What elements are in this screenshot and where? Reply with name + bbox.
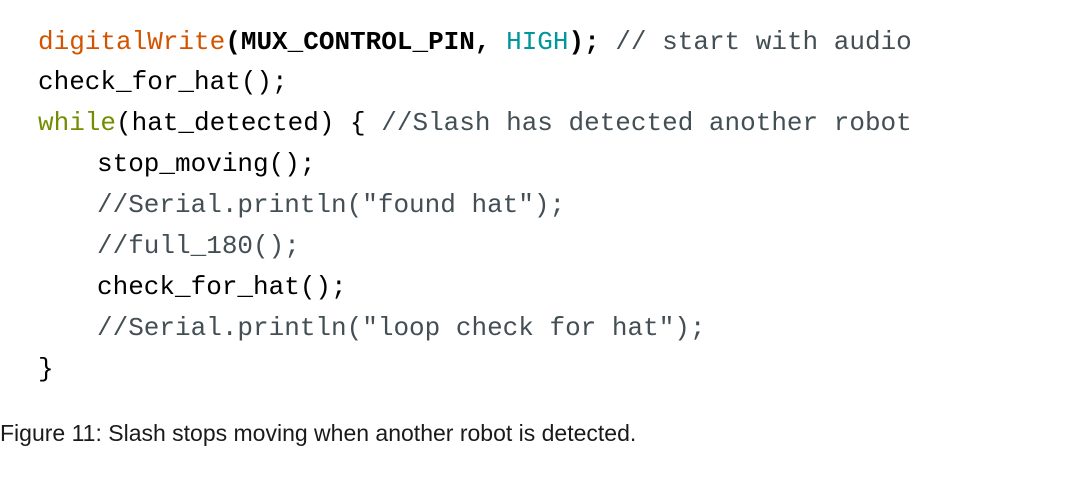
code-statement: check_for_hat(); [97, 272, 347, 302]
code-line-8: //Serial.println("loop check for hat"); [97, 309, 706, 347]
code-comment: //Slash has detected another robot [381, 108, 912, 138]
code-line-6: //full_180(); [97, 227, 300, 265]
code-statement: check_for_hat(); [38, 67, 288, 97]
code-line-3: while(hat_detected) { //Slash has detect… [38, 104, 912, 142]
code-close: ); [568, 27, 616, 57]
code-comment: // start with audio [615, 27, 912, 57]
code-args: (MUX_CONTROL_PIN, [225, 27, 507, 57]
code-snippet: digitalWrite(MUX_CONTROL_PIN, HIGH); // … [0, 0, 1067, 412]
code-line-1: digitalWrite(MUX_CONTROL_PIN, HIGH); // … [38, 23, 912, 61]
constant-value: HIGH [506, 27, 569, 57]
code-line-7: check_for_hat(); [97, 268, 347, 306]
code-line-9: } [38, 350, 54, 388]
code-line-4: stop_moving(); [97, 145, 315, 183]
closing-brace: } [38, 354, 54, 384]
code-comment: //Serial.println("loop check for hat"); [97, 313, 706, 343]
keyword: while [38, 108, 117, 138]
code-comment: //full_180(); [97, 231, 300, 261]
code-comment: //Serial.println("found hat"); [97, 190, 566, 220]
code-line-5: //Serial.println("found hat"); [97, 186, 565, 224]
figure-caption: Figure 11: Slash stops moving when anoth… [0, 420, 637, 446]
code-line-2: check_for_hat(); [38, 63, 288, 101]
code-statement: stop_moving(); [97, 149, 316, 179]
code-condition: (hat_detected) { [116, 108, 382, 138]
function-name: digitalWrite [38, 27, 226, 57]
